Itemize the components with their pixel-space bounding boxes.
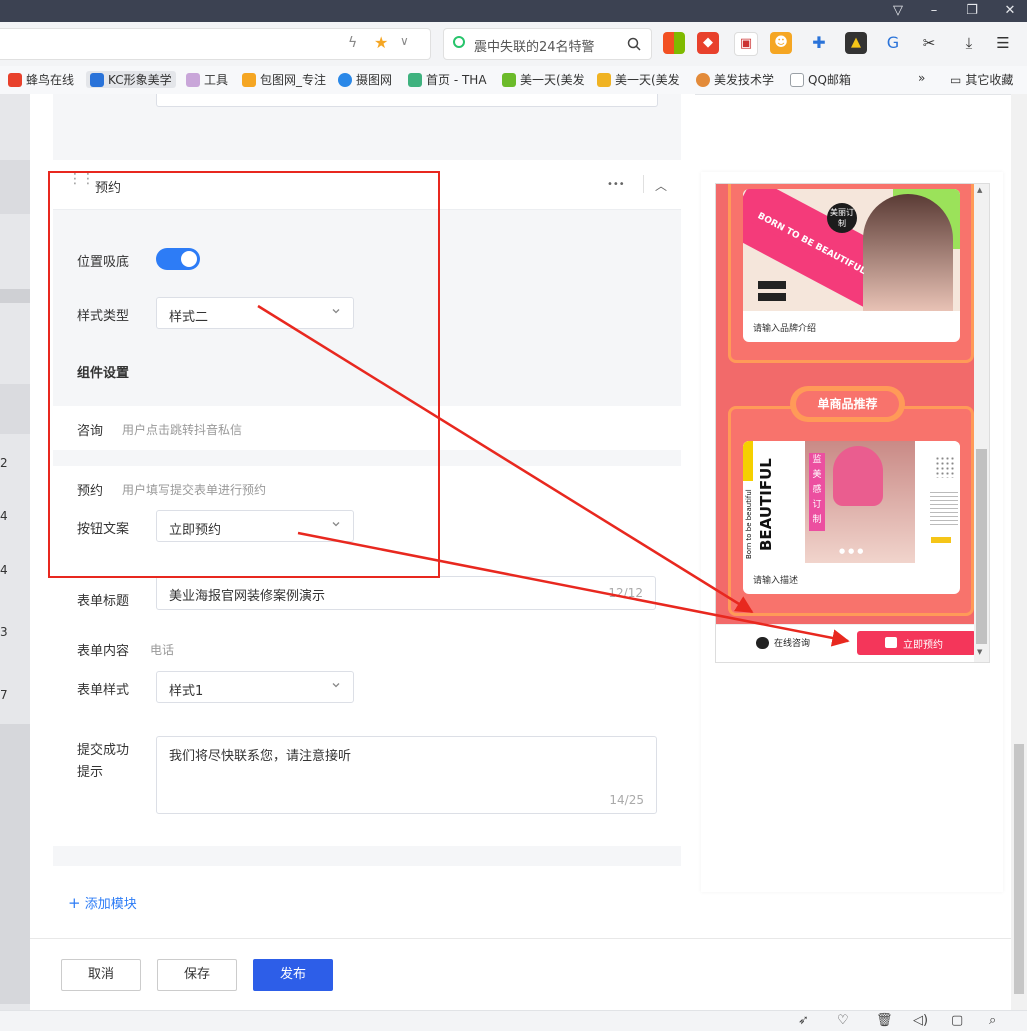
arrow-button-to-preview (297, 531, 850, 647)
rocket-icon[interactable]: ➶ (798, 1013, 809, 1028)
window-icon[interactable]: ▢ (951, 1013, 963, 1028)
annotation-arrows (257, 304, 850, 647)
heart-icon[interactable]: ♡ (837, 1013, 849, 1028)
status-bar: ➶ ♡ 🗑 ◁) ▢ ⌕ (0, 1010, 1027, 1031)
trash-icon[interactable]: 🗑 (876, 1013, 893, 1028)
arrow-style-to-preview (257, 304, 754, 614)
zoom-icon[interactable]: ⌕ (989, 1013, 996, 1028)
volume-icon[interactable]: ◁) (913, 1013, 928, 1028)
